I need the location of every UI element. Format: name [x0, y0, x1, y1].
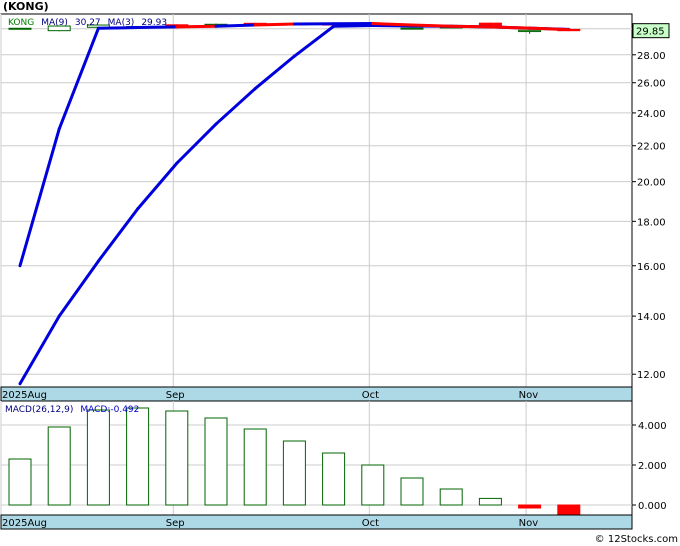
price-tick-label: 24.00 — [637, 109, 666, 120]
macd-y-axis: 0.000 2.000 4.000 — [632, 421, 667, 512]
macd-bar — [518, 504, 542, 509]
ma3-line-segment — [410, 23, 453, 28]
date-label: Sep — [166, 518, 185, 529]
ma9-line-segment — [332, 24, 375, 28]
legend-entry: MACD(26,12,9) — [5, 405, 73, 415]
credit-text: © 12Stocks.com — [595, 534, 678, 545]
macd-bar — [282, 440, 306, 506]
stock-chart: (KONG) 2025Aug Sep Oct Nov 12.0014.0016.001… — [0, 0, 678, 545]
price-tick-label: 18.00 — [637, 217, 666, 228]
macd-bar — [400, 477, 424, 506]
price-bar-body — [8, 27, 32, 30]
price-tick-label: 26.00 — [637, 79, 666, 90]
ma3-line-segment — [488, 25, 532, 30]
date-label: Oct — [362, 518, 379, 529]
price-bar-body — [518, 29, 542, 33]
macd-bar — [557, 504, 581, 516]
legend-entry: MA(9) — [41, 18, 68, 28]
legend-entry: 29.93 — [141, 18, 167, 28]
macd-bar — [165, 410, 189, 506]
price-tick-label: 12.00 — [637, 370, 666, 381]
ma3-line-segment — [449, 24, 492, 29]
macd-bar — [47, 426, 71, 506]
price-tick-label: 22.00 — [637, 142, 666, 153]
legend-entry: MACD:-0.492 — [80, 405, 139, 415]
ma3-line-segment — [528, 26, 571, 32]
date-label: Nov — [519, 390, 539, 401]
chart-title: (KONG) — [3, 0, 49, 13]
date-label: Oct — [362, 390, 379, 401]
macd-bar — [478, 497, 502, 506]
macd-bar — [204, 417, 228, 506]
ma3-line-segment — [214, 23, 257, 28]
last-price-marker: 29.85 — [632, 23, 670, 39]
macd-tick-label: 2.000 — [638, 461, 667, 472]
price-tick-label: 20.00 — [637, 178, 666, 189]
macd-bar — [8, 458, 32, 506]
price-plot-area — [0, 13, 633, 388]
last-price-value: 29.85 — [636, 27, 665, 38]
legend-entry: 30.27 — [75, 18, 101, 28]
date-label: Sep — [166, 390, 185, 401]
macd-tick-label: 4.000 — [638, 421, 667, 432]
macd-bar — [439, 488, 463, 506]
price-panel: 2025Aug Sep Oct Nov 12.00 14.00 16.00 18.00 20.… — [0, 13, 670, 402]
price-y-axis: 12.00 14.00 16.00 18.00 20.00 22.00 24.00 26.00… — [632, 25, 666, 381]
macd-panel: 2025Aug Sep Oct Nov 0.000 2.000 4.000 MACD(26… — [0, 400, 667, 530]
price-tick-label: 14.00 — [637, 312, 666, 323]
date-label: 2025Aug — [2, 390, 47, 401]
date-label: 2025Aug — [2, 518, 47, 529]
price-bar-body — [400, 27, 424, 30]
macd-bar — [243, 428, 267, 506]
price-tick-label: 28.00 — [637, 51, 666, 62]
ma3-line-segment — [175, 24, 218, 29]
legend-entry: MA(3) — [108, 18, 135, 28]
price-tick-label: 16.00 — [637, 262, 666, 273]
ma3-line-segment — [253, 22, 296, 27]
date-label: Nov — [519, 518, 539, 529]
macd-bar — [322, 452, 346, 506]
legend-entry: KONG — [8, 18, 34, 28]
price-legend: KONG MA(9) 30.27 MA(3) 29.93 — [8, 18, 167, 28]
macd-legend: MACD(26,12,9) MACD:-0.492 — [5, 405, 139, 415]
macd-tick-label: 0.000 — [638, 501, 667, 512]
macd-bar — [86, 409, 110, 506]
ma3-line-segment — [371, 22, 414, 27]
macd-bar — [361, 464, 385, 506]
macd-bar — [126, 407, 150, 506]
